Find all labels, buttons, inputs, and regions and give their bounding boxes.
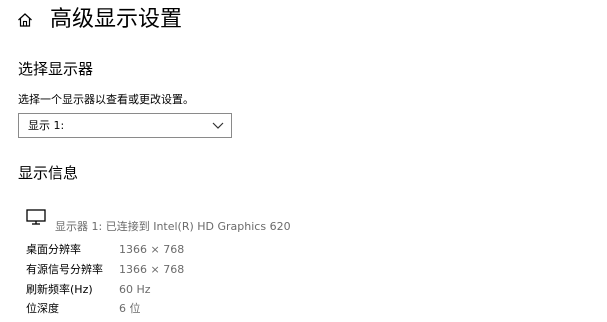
monitor-icon — [26, 209, 46, 225]
info-value: 6 位 — [119, 302, 141, 315]
display-info-heading: 显示信息 — [18, 164, 79, 182]
info-row-bit-depth: 位深度 6 位 — [26, 301, 326, 317]
display-select-dropdown[interactable]: 显示 1: — [18, 113, 232, 138]
info-value: 1366 × 768 — [119, 263, 185, 276]
select-display-description: 选择一个显示器以查看或更改设置。 — [18, 93, 194, 106]
page-title: 高级显示设置 — [50, 7, 183, 32]
info-label: 位深度 — [26, 302, 59, 315]
monitor-description: 显示器 1: 已连接到 Intel(R) HD Graphics 620 — [55, 220, 291, 233]
info-row-desktop-resolution: 桌面分辨率 1366 × 768 — [26, 242, 326, 258]
home-icon[interactable] — [16, 11, 34, 29]
info-value: 60 Hz — [119, 283, 151, 296]
info-label: 刷新频率(Hz) — [26, 283, 93, 296]
page-header: 高级显示设置 — [0, 0, 607, 42]
info-value: 1366 × 768 — [119, 243, 185, 256]
info-label: 有源信号分辨率 — [26, 263, 103, 276]
select-display-heading: 选择显示器 — [18, 60, 94, 78]
info-row-refresh-rate: 刷新频率(Hz) 60 Hz — [26, 282, 326, 298]
chevron-down-icon — [212, 122, 224, 129]
display-select-value: 显示 1: — [28, 119, 65, 132]
info-label: 桌面分辨率 — [26, 243, 81, 256]
info-row-active-signal-resolution: 有源信号分辨率 1366 × 768 — [26, 262, 326, 278]
